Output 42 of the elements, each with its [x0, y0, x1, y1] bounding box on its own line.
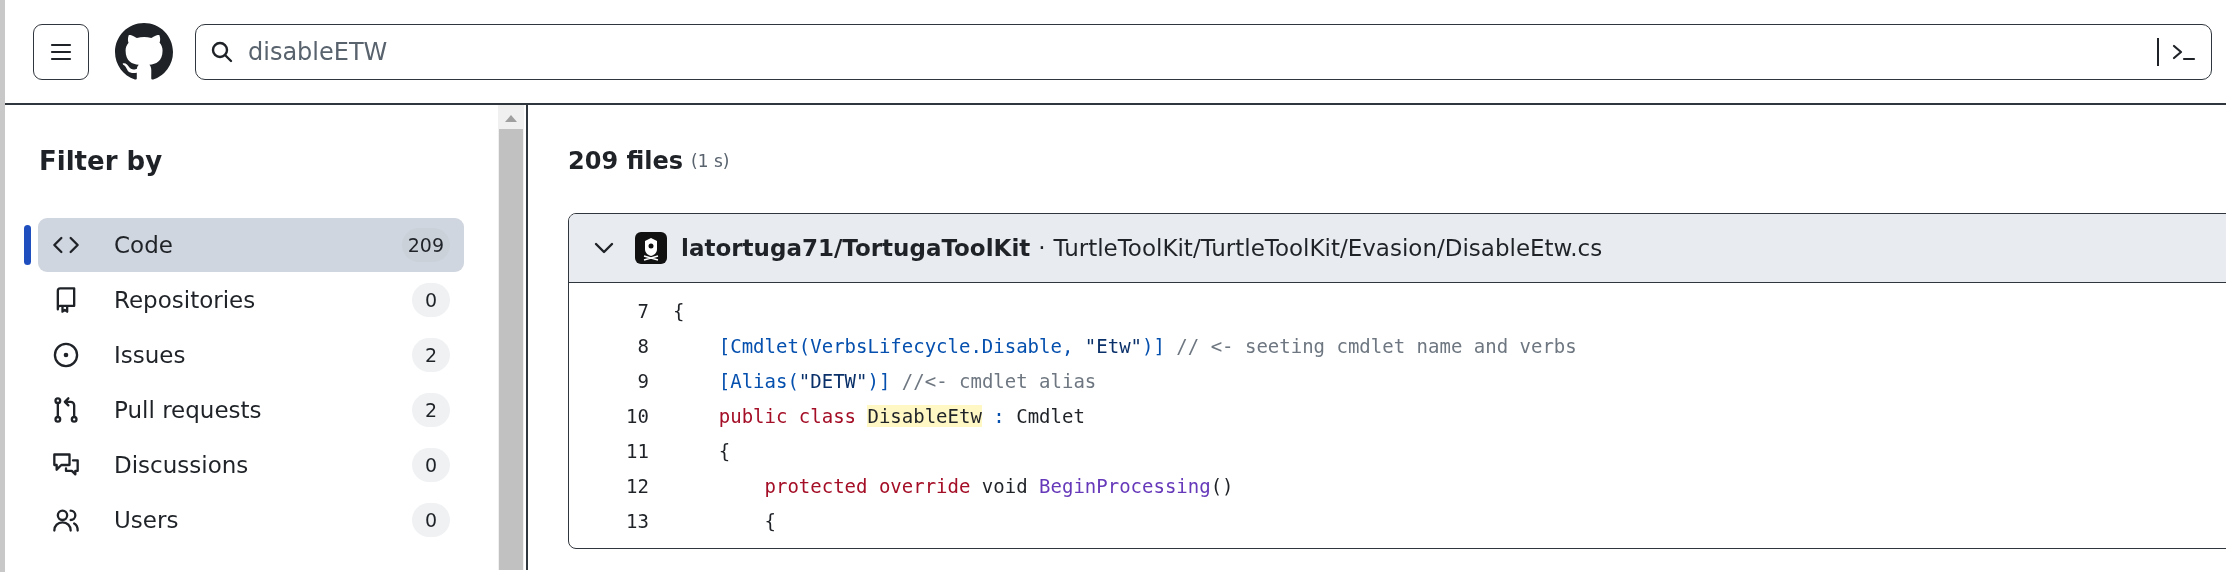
line-number: 8 [636, 334, 649, 357]
repo-avatar-icon [635, 232, 667, 264]
circle-dot-icon [52, 340, 80, 369]
filter-item[interactable]: Pull requests 2 [38, 382, 464, 437]
code-line: protected override void BeginProcessing() [763, 474, 1234, 497]
octocat-logo-icon[interactable] [115, 22, 173, 81]
results-count: 209 files [568, 147, 684, 175]
filter-item[interactable]: Issues 2 [38, 327, 464, 382]
filter-item[interactable]: Users 0 [38, 492, 464, 547]
code-line: { [763, 509, 776, 532]
count-badge: 2 [412, 337, 450, 372]
code-line: [Cmdlet(VerbsLifecycle.Disable, "Etw")] // <- seeting cmdlet name and verbs [717, 334, 1577, 357]
count-badge: 0 [412, 447, 450, 482]
code-line: { [717, 439, 731, 462]
code-line: public class DisableEtw : Cmdlet [717, 404, 1085, 427]
line-number: 10 [625, 404, 649, 427]
line-number: 11 [625, 439, 649, 462]
code-line: [Alias("DETW")] //<- cmdlet alias [717, 369, 1097, 392]
line-number: 7 [636, 299, 649, 322]
line-number: 13 [625, 509, 649, 532]
menu-button[interactable] [33, 23, 89, 80]
line-number: 9 [636, 369, 649, 392]
search-icon [210, 39, 234, 64]
separator-dot: · [1038, 235, 1046, 261]
search-input[interactable]: disableETW [246, 36, 2145, 67]
count-badge: 0 [412, 282, 450, 317]
count-badge: 209 [401, 227, 450, 262]
chevron-icon[interactable] [593, 241, 615, 255]
filter-item[interactable]: Discussions 0 [38, 437, 464, 492]
code-line: { [673, 299, 685, 322]
line-number: 12 [625, 474, 649, 497]
filter-item[interactable]: Repositories 0 [38, 272, 464, 327]
repository-link[interactable]: latortuga71/TortugaToolKit [681, 235, 1031, 261]
pull-request-icon [52, 395, 80, 424]
search-bar[interactable]: disableETW [195, 23, 2212, 80]
count-badge: 0 [412, 502, 450, 537]
file-path-link[interactable]: TurtleToolKit/TurtleToolKit/Evasion/DisableEtw.cs [1053, 235, 1603, 261]
count-badge: 2 [412, 392, 450, 427]
sidebar-title: Filter by [39, 145, 164, 178]
menu-icon [50, 42, 72, 61]
search-time: (1 s) [691, 151, 730, 171]
filter-item[interactable]: Code 209 [38, 217, 464, 272]
